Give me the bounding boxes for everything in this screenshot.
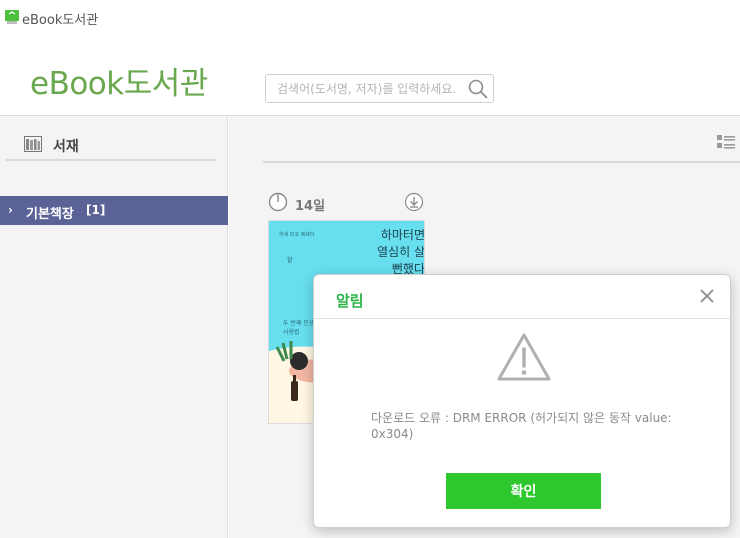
search-icon[interactable] bbox=[467, 78, 489, 100]
app-header: eBook도서관 bbox=[0, 34, 740, 116]
dialog-title: 알림 bbox=[336, 292, 364, 310]
app-logo: eBook도서관 bbox=[30, 66, 208, 102]
cover-vertical-text: 할 bbox=[287, 257, 293, 264]
days-remaining: 14일 bbox=[295, 199, 326, 214]
search-box bbox=[265, 74, 494, 103]
window-title: eBook도서관 bbox=[22, 13, 99, 28]
chevron-right-icon: › bbox=[8, 203, 13, 217]
close-icon[interactable] bbox=[698, 287, 716, 305]
toolbar-divider bbox=[263, 161, 740, 163]
sidebar: 서재 › 기본책장 [1] bbox=[0, 116, 228, 538]
shelf-count: [1] bbox=[86, 203, 106, 217]
warning-icon bbox=[497, 333, 551, 381]
list-view-icon[interactable] bbox=[717, 134, 735, 150]
window-titlebar: eBook도서관 bbox=[0, 0, 740, 34]
download-icon[interactable] bbox=[404, 192, 424, 212]
library-header: 서재 bbox=[6, 116, 216, 161]
search-input[interactable] bbox=[266, 75, 462, 102]
confirm-button[interactable]: 확인 bbox=[446, 473, 601, 509]
cover-title: 하마터면 열심히 살 뻔했다 bbox=[377, 228, 425, 276]
timer-icon bbox=[268, 192, 288, 212]
alert-dialog: 알림 다운로드 오류 : DRM ERROR (허가되지 않은 동작 value… bbox=[313, 274, 731, 528]
shelf-item-basic[interactable]: › 기본책장 [1] bbox=[0, 196, 228, 225]
cover-author-text: 하세 미코 에세이 bbox=[279, 232, 315, 238]
shelf-label: 기본책장 bbox=[26, 207, 74, 222]
app-window-icon bbox=[5, 10, 19, 24]
library-label: 서재 bbox=[53, 139, 79, 155]
dialog-message: 다운로드 오류 : DRM ERROR (허가되지 않은 동작 value: 0… bbox=[371, 411, 672, 441]
dialog-header: 알림 bbox=[314, 275, 730, 319]
bookshelf-icon bbox=[24, 136, 42, 152]
